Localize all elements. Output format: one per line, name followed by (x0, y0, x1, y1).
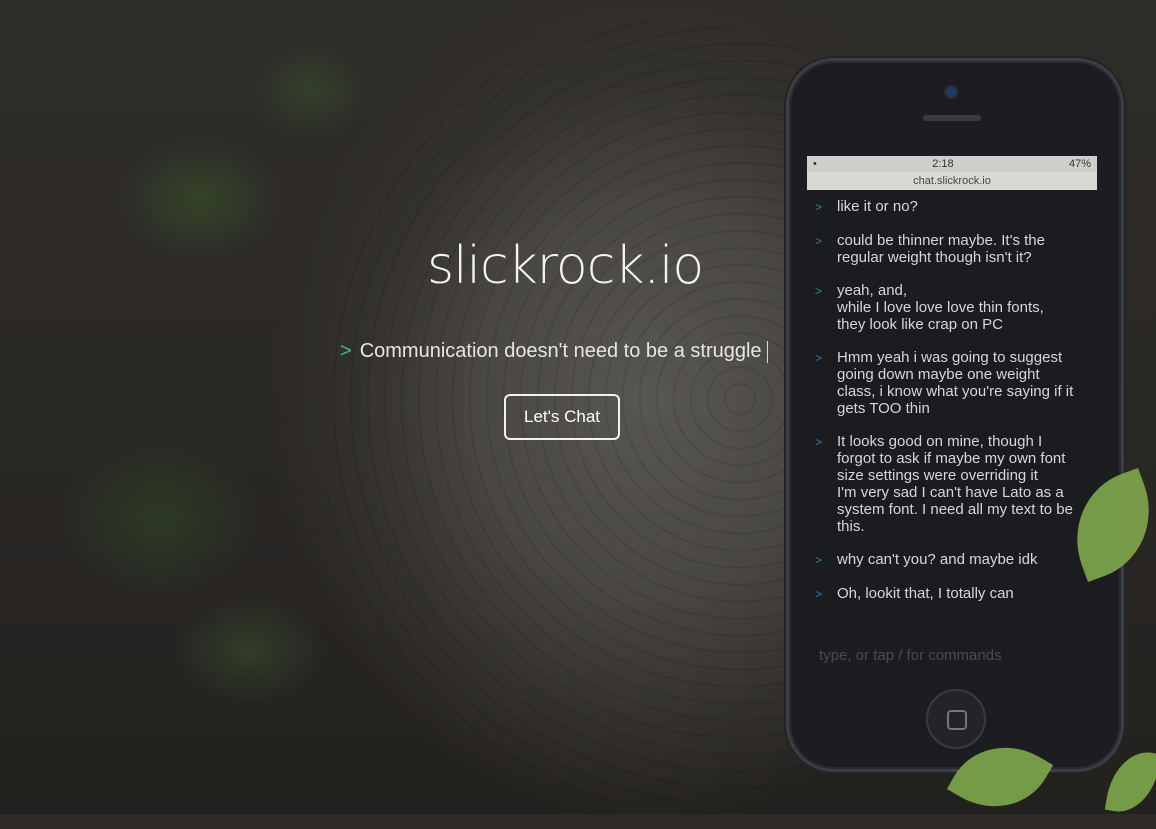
message-chevron-icon: > (815, 553, 823, 567)
chat-message: > Hmm yeah i was going to suggest going do… (815, 349, 1087, 417)
message-line: It looks good on mine, though I (837, 433, 1043, 450)
message-text: could be thinner maybe. It's the regular … (837, 232, 1045, 266)
status-time: 2:18 (932, 158, 954, 170)
prompt-chevron-icon: > (340, 340, 352, 362)
message-chevron-icon: > (815, 351, 823, 365)
message-chevron-icon: > (815, 587, 823, 601)
chat-input-placeholder: type, or tap / for commands (819, 647, 1002, 664)
tagline: > Communication doesn't need to be a str… (340, 340, 768, 363)
home-square-icon (947, 710, 967, 730)
lets-chat-button[interactable]: Let's Chat (504, 394, 620, 440)
url-bar: chat.slickrock.io (807, 172, 1097, 190)
message-text: yeah, and, while I love love love thin fo… (837, 282, 1044, 333)
message-line: they look like crap on PC (837, 316, 1003, 333)
message-line: like it or no? (837, 198, 918, 215)
chat-message: > Oh, lookit that, I totally can (815, 585, 1087, 603)
message-line: gets TOO thin (837, 400, 930, 417)
message-chevron-icon: > (815, 234, 823, 248)
text-cursor (766, 340, 768, 363)
message-line: Oh, lookit that, I totally can (837, 585, 1014, 602)
message-text: Hmm yeah i was going to suggest going dow… (837, 349, 1073, 417)
message-line: Hmm yeah i was going to suggest (837, 349, 1063, 366)
message-line: I'm very sad I can't have Lato as a (837, 484, 1064, 501)
status-battery: 47% (1068, 158, 1091, 170)
chat-message: > yeah, and, while I love love love thin f… (815, 282, 1087, 333)
message-line: this. (837, 518, 865, 535)
chat-message: > It looks good on mine, though Iforgot t… (815, 433, 1087, 535)
message-line: going down maybe one weight (837, 366, 1040, 383)
message-chevron-icon: > (815, 435, 823, 449)
speaker-grille (923, 115, 981, 121)
message-line: class, i know what you're saying if it (837, 383, 1074, 400)
message-line: why can't you? and maybe idk (837, 551, 1038, 568)
phone-mockup: • 2:18 47% chat.slickrock.io > like it or… (786, 58, 1124, 772)
chat-message: > could be thinner maybe. It's the regular… (815, 232, 1087, 266)
message-text: It looks good on mine, though Iforgot to… (837, 433, 1073, 535)
message-line: yeah, and, (837, 282, 908, 299)
message-chevron-icon: > (815, 200, 823, 214)
message-line: system font. I need all my text to be (837, 501, 1073, 518)
phone-screen: • 2:18 47% chat.slickrock.io > like it or… (807, 156, 1097, 676)
signal-icon: • (813, 158, 817, 170)
message-line: forgot to ask if maybe my own font (837, 450, 1066, 467)
message-line: could be thinner maybe. It's the (837, 232, 1045, 249)
message-chevron-icon: > (815, 284, 823, 298)
status-bar: • 2:18 47% (807, 156, 1097, 172)
message-text: Oh, lookit that, I totally can (837, 585, 1014, 603)
message-text: like it or no? (837, 198, 918, 216)
chat-message: > why can't you? and maybe idk (815, 551, 1087, 569)
brand-title: slickrock.io (427, 236, 704, 296)
home-button (926, 689, 986, 749)
message-line: size settings were overriding it (837, 467, 1038, 484)
camera-icon (946, 87, 956, 97)
message-line: while I love love love thin fonts, (837, 299, 1044, 316)
chat-messages: > like it or no? > could be thinner maybe. … (807, 190, 1097, 603)
chat-message: > like it or no? (815, 198, 1087, 216)
message-text: why can't you? and maybe idk (837, 551, 1037, 569)
message-line: regular weight though isn't it? (837, 249, 1032, 266)
tagline-text: Communication doesn't need to be a strug… (359, 340, 762, 362)
